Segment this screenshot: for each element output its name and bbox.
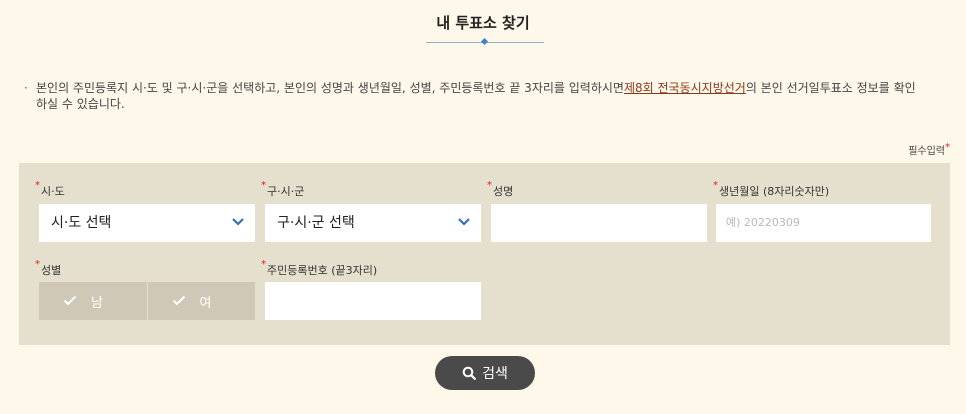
gusigun-select[interactable]: 구·시·군 선택	[265, 204, 481, 242]
gender-male-label: 남	[91, 296, 103, 311]
gender-label: *성별	[35, 259, 62, 278]
title-divider	[426, 37, 544, 47]
notice-part-1: 본인의 주민등록지 시·도 및 구·시·군을 선택하고, 본인의 성명과 생년월…	[36, 81, 624, 95]
required-star: *	[261, 259, 266, 270]
sido-label: *시·도	[35, 180, 65, 199]
gender-male-button[interactable]: 남	[39, 282, 147, 320]
gender-female-label: 여	[199, 296, 212, 311]
required-star: *	[945, 142, 950, 153]
search-form: *시·도 *구·시·군 *성명 *생년월일 (8자리숫자만) 시·도 선택 구·…	[19, 163, 950, 345]
notice-bullet: ·	[24, 81, 28, 95]
chevron-down-icon	[458, 218, 470, 226]
rrn-input[interactable]	[265, 282, 481, 320]
required-star: *	[261, 180, 266, 191]
gender-toggle-group: 남 여	[39, 282, 255, 320]
search-button-label: 검색	[482, 366, 508, 382]
rrn-label: *주민등록번호 (끝3자리)	[261, 259, 378, 278]
birth-input[interactable]: 예) 20220309	[716, 204, 931, 242]
sido-select-value: 시·도 선택	[51, 215, 112, 231]
required-star: *	[35, 259, 40, 270]
gusigun-label: *구·시·군	[261, 180, 305, 199]
divider-diamond	[480, 37, 489, 46]
sido-select[interactable]: 시·도 선택	[39, 204, 255, 242]
name-label-text: 성명	[493, 185, 514, 198]
search-button[interactable]: 검색	[435, 356, 535, 390]
chevron-down-icon	[232, 218, 244, 226]
search-icon	[462, 366, 477, 380]
check-icon	[63, 295, 77, 306]
page-title: 내 투표소 찾기	[436, 14, 530, 32]
required-label: 필수입력	[908, 146, 945, 157]
birth-label-text: 생년월일 (8자리숫자만)	[719, 185, 830, 198]
check-icon	[172, 295, 185, 306]
gusigun-select-value: 구·시·군 선택	[277, 215, 355, 231]
election-link[interactable]: 제8회 전국동시지방선거	[624, 81, 746, 95]
birth-label: *생년월일 (8자리숫자만)	[713, 180, 830, 199]
required-note: 필수입력*	[908, 142, 950, 157]
gender-label-text: 성별	[41, 264, 62, 277]
sido-label-text: 시·도	[41, 185, 65, 198]
gender-female-button[interactable]: 여	[146, 282, 256, 320]
name-input[interactable]	[491, 204, 707, 242]
required-star: *	[713, 180, 718, 191]
required-star: *	[487, 180, 492, 191]
required-star: *	[35, 180, 40, 191]
gusigun-label-text: 구·시·군	[267, 185, 305, 198]
notice-text: · 본인의 주민등록지 시·도 및 구·시·군을 선택하고, 본인의 성명과 생…	[24, 80, 916, 112]
name-label: *성명	[487, 180, 514, 199]
rrn-label-text: 주민등록번호 (끝3자리)	[267, 264, 378, 277]
